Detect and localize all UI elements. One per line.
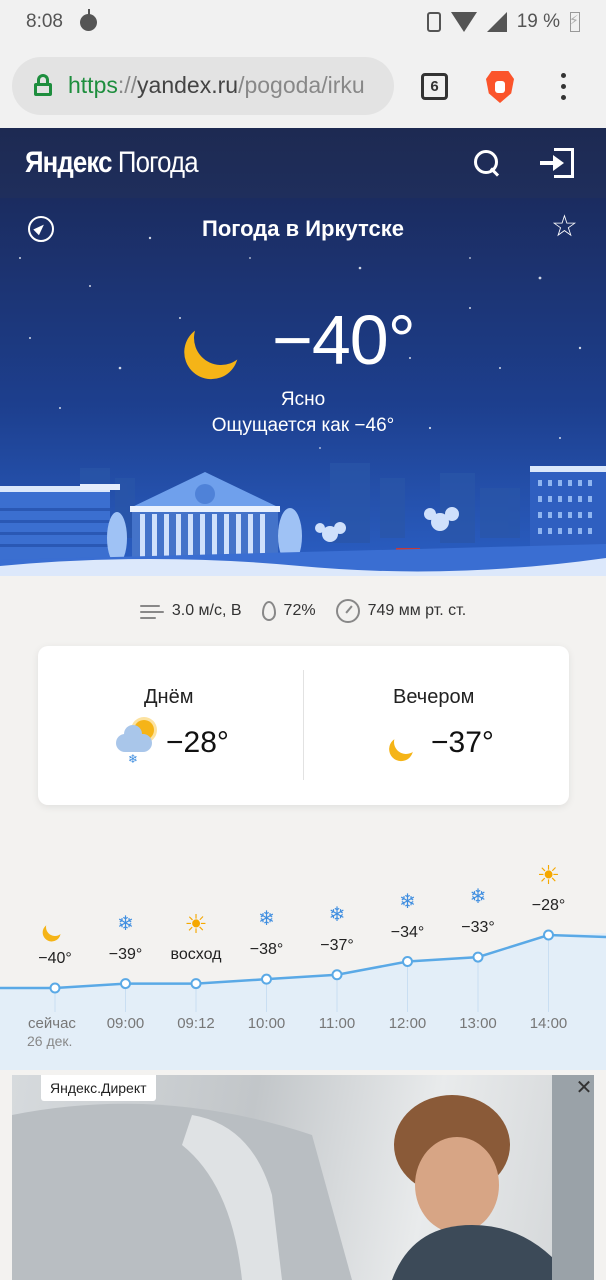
hourly-forecast[interactable]: 26 дек. −40° сейчас −39° ❄ 09:00 восход ☀ 09:12… [0, 840, 606, 1070]
temperature-point [190, 978, 202, 990]
hour-time-label: 09:12 [177, 1015, 215, 1032]
temperature-point [49, 982, 61, 994]
temperature-point [543, 929, 554, 941]
menu-icon[interactable] [561, 73, 567, 101]
favorite-star-icon[interactable]: ☆ [551, 212, 578, 242]
snowflake-icon: ❄ [399, 890, 416, 913]
hour-temperature-label: −40° [38, 950, 72, 967]
sun-icon: ☀ [184, 908, 208, 939]
sun-icon: ☀ [536, 860, 561, 890]
vibrate-icon [426, 12, 441, 32]
site-header: Яндекс Погода [0, 128, 606, 198]
temperature-point [472, 951, 484, 963]
hour-temperature-label: −33° [461, 919, 495, 937]
evening-temperature: −37° [431, 726, 494, 759]
brave-shields-icon[interactable] [486, 71, 514, 103]
snowflake-icon: ❄ [328, 903, 346, 926]
address-bar[interactable]: https://yandex.ru/pogoda/irku [12, 57, 394, 115]
ad-badge: Яндекс.Директ [41, 1075, 156, 1101]
status-icons: 19 % [426, 11, 580, 33]
hour-temperature-label: восход [170, 945, 222, 963]
battery-charging-icon [569, 12, 580, 32]
wind-info: 3.0 м/с, В [139, 602, 242, 620]
temperature-point [402, 956, 413, 967]
yandex-weather-logo[interactable]: Яндекс Погода [25, 146, 199, 180]
city-illustration [0, 463, 606, 576]
day-forecast-card[interactable]: Днём ❄ −28° Вечером −37° [38, 646, 569, 805]
moon-icon [391, 727, 422, 758]
ad-image [12, 1075, 594, 1280]
temperature-point [120, 978, 131, 990]
hour-time-label: 11:00 [318, 1015, 356, 1032]
hour-temperature-label: −34° [390, 923, 425, 941]
hour-time-label: сейчас [28, 1015, 76, 1032]
hour-time-label: 14:00 [529, 1015, 568, 1032]
url-text[interactable]: https://yandex.ru/pogoda/irku [68, 72, 365, 99]
hour-time-label: 12:00 [388, 1015, 427, 1032]
wind-icon [139, 603, 164, 619]
tab-switcher-button[interactable]: 6 [421, 73, 448, 100]
cloud-sun-snow-icon: ❄ [114, 718, 160, 766]
humidity-value: 72% [283, 602, 316, 619]
humidity-drop-icon [261, 601, 276, 621]
search-icon[interactable] [474, 150, 500, 176]
hour-time-label: 09:00 [106, 1015, 145, 1032]
day-label: Днём [144, 686, 194, 708]
hour-time-label: 13:00 [459, 1015, 497, 1032]
hour-temperature-label: −39° [108, 945, 143, 963]
current-temperature: −40° [272, 301, 416, 379]
day-temperature: −28° [166, 726, 229, 759]
snowflake-icon: ❄ [469, 886, 487, 909]
hour-temperature-label: −37° [320, 936, 354, 954]
temperature-point [261, 973, 272, 985]
wind-value: 3.0 м/с, В [171, 602, 242, 619]
login-icon[interactable] [540, 148, 574, 178]
battery-percent: 19 % [516, 11, 560, 32]
page-title: Погода в Иркутске [202, 216, 404, 241]
signal-icon [486, 12, 507, 32]
pressure-gauge-icon [335, 599, 360, 623]
card-divider [303, 670, 304, 780]
weather-details: 3.0 м/с, В 72% 749 мм рт. ст. [0, 596, 606, 626]
hour-temperature-label: −38° [249, 941, 284, 959]
snowflake-icon: ❄ [117, 912, 134, 935]
humidity-info: 72% [261, 601, 316, 621]
bomb-icon [80, 9, 97, 31]
forecast-date: 26 дек. [27, 1033, 73, 1049]
temperature-point [331, 969, 343, 981]
snowflake-icon: ❄ [258, 908, 275, 931]
status-time: 8:08 [26, 11, 63, 32]
status-bar: 8:08 19 % [0, 0, 606, 46]
moon-icon [40, 913, 70, 943]
hour-time-label: 10:00 [247, 1015, 286, 1032]
wifi-icon [450, 12, 477, 32]
hour-temperature-label: −28° [531, 897, 566, 914]
lock-icon[interactable] [34, 74, 52, 96]
close-icon[interactable]: ✕ [574, 1078, 594, 1098]
pressure-info: 749 мм рт. ст. [335, 599, 467, 623]
weather-condition: Ясно [280, 389, 326, 410]
browser-toolbar: https://yandex.ru/pogoda/irku 6 [0, 46, 606, 128]
evening-label: Вечером [393, 686, 475, 708]
feels-like: Ощущается как −46° [211, 415, 395, 436]
advertisement-banner[interactable]: Яндекс.Директ ✕ [12, 1075, 594, 1280]
pressure-value: 749 мм рт. ст. [367, 602, 467, 619]
current-weather-hero: Погода в Иркутске ☆ −40° Ясно Ощущается … [0, 198, 606, 576]
